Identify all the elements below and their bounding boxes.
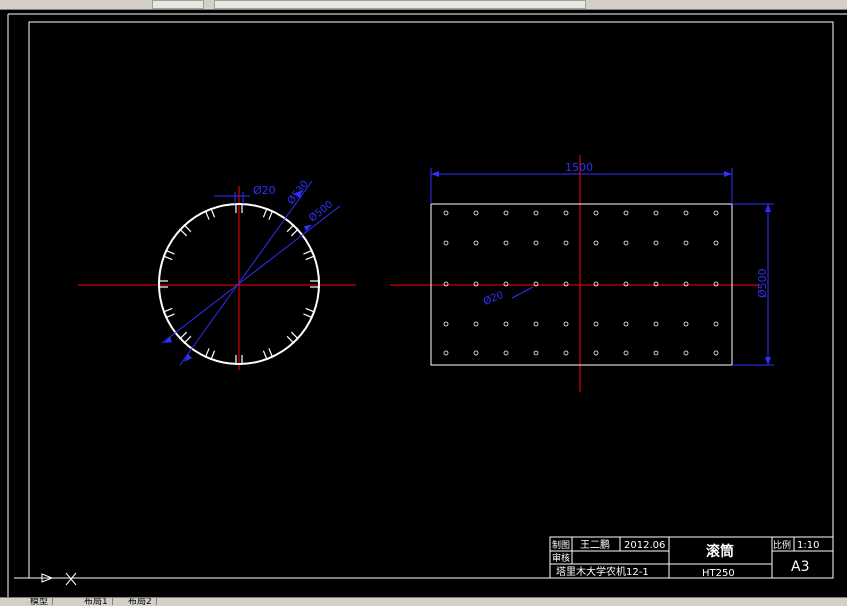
hole-circle bbox=[653, 350, 659, 356]
hole-tick bbox=[183, 335, 192, 344]
hole-circle bbox=[533, 210, 539, 216]
cad-drawing[interactable]: Ø20 Ø530 Ø500 1500 Ø500 Ø20 制图 王二鹏 2012.… bbox=[0, 0, 847, 605]
hole-circle bbox=[443, 321, 449, 327]
part-name: 滚筒 bbox=[706, 543, 734, 560]
hole-circle bbox=[473, 240, 479, 246]
hole-tick bbox=[179, 331, 188, 340]
drawn-by-label: 制图 bbox=[552, 539, 570, 551]
hole-circle bbox=[563, 321, 569, 327]
side-view: 1500 Ø500 Ø20 bbox=[390, 155, 774, 392]
hole-circle bbox=[623, 240, 629, 246]
hole-circle bbox=[623, 350, 629, 356]
check-label: 审核 bbox=[552, 552, 570, 564]
hole-left-dimension-text: Ø20 bbox=[253, 184, 276, 197]
hole-circle bbox=[683, 210, 689, 216]
hole-circle bbox=[503, 240, 509, 246]
hole-circle bbox=[443, 350, 449, 356]
hole-circle bbox=[683, 350, 689, 356]
hole-circle bbox=[653, 210, 659, 216]
hole-tick bbox=[290, 331, 299, 340]
hole-circle bbox=[533, 240, 539, 246]
hole-circle bbox=[683, 240, 689, 246]
ucs-icon bbox=[14, 572, 77, 586]
school-name: 塔里木大学农机12-1 bbox=[556, 565, 649, 578]
drawn-by-name: 王二鹏 bbox=[580, 538, 610, 551]
drawing-date: 2012.06 bbox=[624, 540, 665, 551]
hole-circle bbox=[533, 350, 539, 356]
arrow-head bbox=[431, 171, 439, 177]
hole-tick bbox=[179, 228, 188, 237]
hole-circle bbox=[653, 321, 659, 327]
hole-circle bbox=[623, 210, 629, 216]
sheet-size: A3 bbox=[791, 559, 809, 575]
tab-layout2[interactable]: 布局2 bbox=[124, 598, 157, 605]
hole-circle bbox=[503, 210, 509, 216]
hole-circle bbox=[503, 321, 509, 327]
scale-value: 1:10 bbox=[797, 540, 819, 551]
scale-label: 比例 bbox=[773, 539, 791, 551]
hole-circle bbox=[473, 321, 479, 327]
hole-circle bbox=[623, 321, 629, 327]
arrow-head bbox=[724, 171, 732, 177]
hole-circle bbox=[713, 240, 719, 246]
hole-circle bbox=[653, 240, 659, 246]
material: HT250 bbox=[702, 568, 735, 579]
hole-circle bbox=[713, 321, 719, 327]
arrow-head bbox=[765, 204, 771, 212]
hole-circle bbox=[713, 350, 719, 356]
hole-tick bbox=[286, 224, 295, 233]
hole-tick bbox=[290, 228, 299, 237]
hole-circle bbox=[473, 210, 479, 216]
end-view: Ø20 Ø530 Ø500 bbox=[78, 178, 356, 370]
hole-grid bbox=[443, 210, 719, 356]
dimension-leader-inner bbox=[161, 205, 341, 344]
hole-circle bbox=[683, 321, 689, 327]
hole-tick bbox=[286, 335, 295, 344]
length-dimension-text: 1500 bbox=[565, 161, 593, 174]
hole-circle bbox=[593, 321, 599, 327]
hole-circle bbox=[593, 240, 599, 246]
hole-circle bbox=[593, 350, 599, 356]
hole-circle bbox=[443, 240, 449, 246]
hole-right-dimension-text: Ø20 bbox=[482, 289, 506, 308]
dimension-leader-outer bbox=[179, 180, 313, 366]
hole-circle bbox=[593, 210, 599, 216]
hole-circle bbox=[473, 350, 479, 356]
outer-diameter-dimension-text: Ø530 bbox=[285, 178, 311, 207]
hole-circle bbox=[713, 210, 719, 216]
hole-circle bbox=[443, 210, 449, 216]
hole-leader-line bbox=[511, 286, 534, 299]
hole-circle bbox=[503, 350, 509, 356]
hole-tick bbox=[183, 224, 192, 233]
hole-circle bbox=[563, 240, 569, 246]
arrow-head bbox=[765, 357, 771, 365]
tab-model[interactable]: 模型 bbox=[26, 598, 54, 605]
tab-layout1[interactable]: 布局1 bbox=[80, 598, 113, 605]
hole-circle bbox=[563, 210, 569, 216]
hole-circle bbox=[533, 321, 539, 327]
diameter-dimension-text: Ø500 bbox=[756, 268, 769, 298]
hole-circle bbox=[563, 350, 569, 356]
